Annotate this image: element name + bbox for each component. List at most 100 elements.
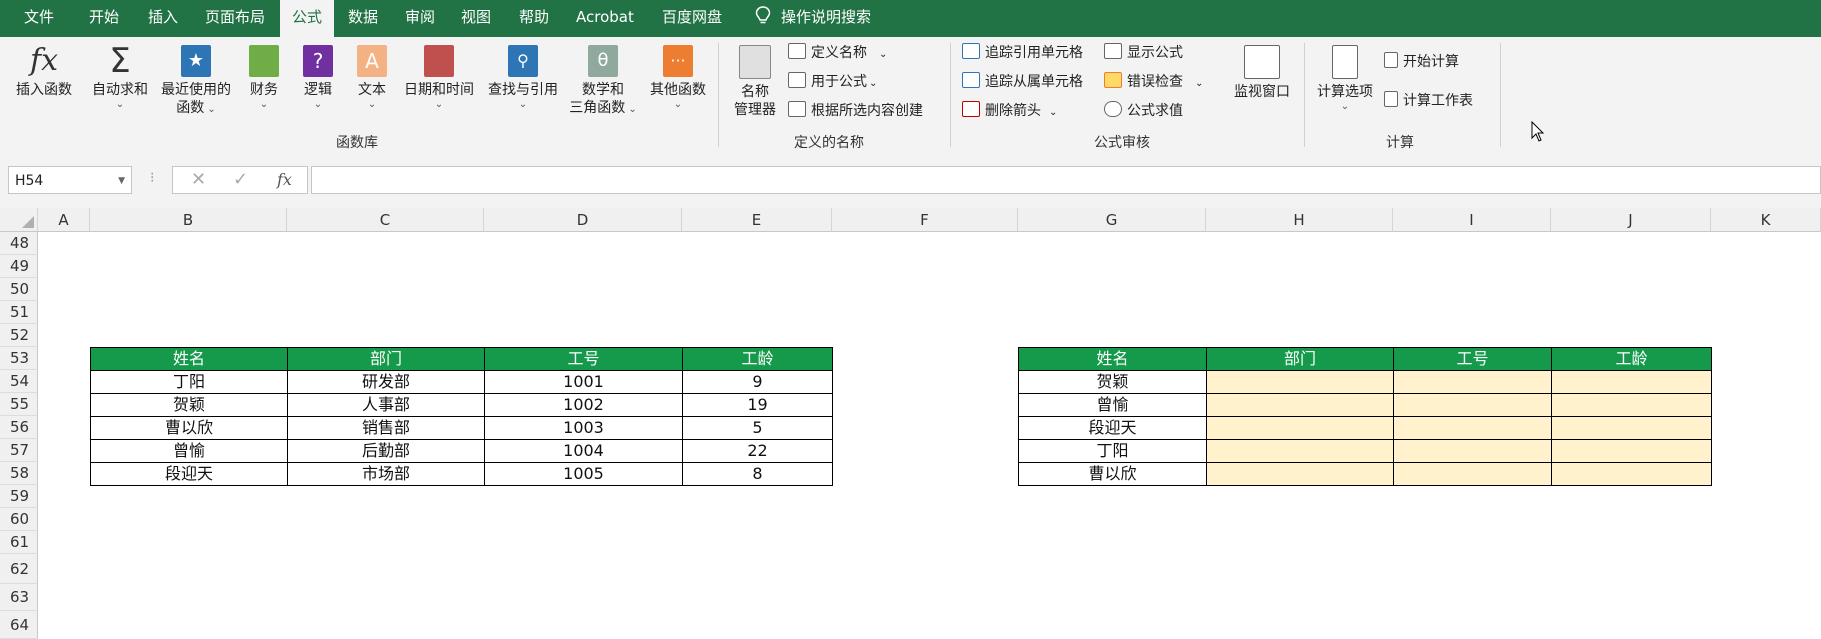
calc-sheet-button[interactable]: 计算工作表 xyxy=(1384,91,1473,111)
table-cell[interactable]: 后勤部 xyxy=(287,439,485,463)
column-header-c[interactable]: C xyxy=(287,208,484,232)
tab-home[interactable]: 开始 xyxy=(89,0,119,37)
right-header-dept[interactable]: 部门 xyxy=(1206,347,1394,371)
error-checking-button[interactable]: 错误检查 ⌄ xyxy=(1104,72,1203,94)
table-cell[interactable]: 销售部 xyxy=(287,416,485,440)
left-header-id[interactable]: 工号 xyxy=(484,347,683,371)
table-cell[interactable]: 段迎天 xyxy=(1018,416,1207,440)
table-cell[interactable]: 市场部 xyxy=(287,462,485,486)
row-header-50[interactable]: 50 xyxy=(0,278,38,301)
lookup-result-cell[interactable] xyxy=(1551,370,1712,394)
lookup-result-cell[interactable] xyxy=(1206,393,1394,417)
row-header-53[interactable]: 53 xyxy=(0,347,38,370)
insert-function-button[interactable]: fx 插入函数 xyxy=(12,45,76,99)
lookup-result-cell[interactable] xyxy=(1393,439,1552,463)
left-header-dept[interactable]: 部门 xyxy=(287,347,485,371)
logical-button[interactable]: ? 逻辑 ⌄ xyxy=(296,45,340,111)
tab-insert[interactable]: 插入 xyxy=(148,0,178,37)
row-header-58[interactable]: 58 xyxy=(0,462,38,485)
table-cell[interactable]: 1005 xyxy=(484,462,683,486)
math-trig-button[interactable]: θ 数学和 三角函数 ⌄ xyxy=(566,45,640,117)
lookup-result-cell[interactable] xyxy=(1551,393,1712,417)
lookup-result-cell[interactable] xyxy=(1551,439,1712,463)
lookup-result-cell[interactable] xyxy=(1393,393,1552,417)
column-header-i[interactable]: I xyxy=(1393,208,1551,232)
row-header-55[interactable]: 55 xyxy=(0,393,38,416)
left-header-name[interactable]: 姓名 xyxy=(90,347,288,371)
table-cell[interactable]: 曾愉 xyxy=(1018,393,1207,417)
tell-me-search[interactable]: 操作说明搜索 xyxy=(755,0,871,37)
table-cell[interactable]: 1004 xyxy=(484,439,683,463)
tab-review[interactable]: 审阅 xyxy=(405,0,435,37)
lookup-result-cell[interactable] xyxy=(1393,416,1552,440)
datetime-button[interactable]: 日期和时间 ⌄ xyxy=(400,45,478,111)
table-cell[interactable]: 丁阳 xyxy=(1018,439,1207,463)
lookup-result-cell[interactable] xyxy=(1206,416,1394,440)
tab-help[interactable]: 帮助 xyxy=(519,0,549,37)
column-header-g[interactable]: G xyxy=(1018,208,1206,232)
table-cell[interactable]: 贺颖 xyxy=(90,393,288,417)
lookup-result-cell[interactable] xyxy=(1206,462,1394,486)
table-cell[interactable]: 段迎天 xyxy=(90,462,288,486)
table-cell[interactable]: 研发部 xyxy=(287,370,485,394)
row-header-64[interactable]: 64 xyxy=(0,611,38,639)
tab-view[interactable]: 视图 xyxy=(461,0,491,37)
lookup-result-cell[interactable] xyxy=(1551,416,1712,440)
define-name-button[interactable]: 定义名称 ⌄ xyxy=(788,43,887,65)
autosum-button[interactable]: Σ 自动求和 ⌄ xyxy=(88,44,152,111)
row-header-57[interactable]: 57 xyxy=(0,439,38,462)
column-header-b[interactable]: B xyxy=(90,208,287,232)
tab-acrobat[interactable]: Acrobat xyxy=(576,0,634,37)
column-header-d[interactable]: D xyxy=(484,208,682,232)
show-formulas-button[interactable]: 显示公式 xyxy=(1104,43,1183,63)
row-header-56[interactable]: 56 xyxy=(0,416,38,439)
name-manager-button[interactable]: 名称 管理器 xyxy=(730,45,780,119)
table-cell[interactable]: 曹以欣 xyxy=(1018,462,1207,486)
table-cell[interactable]: 1003 xyxy=(484,416,683,440)
table-cell[interactable]: 5 xyxy=(682,416,833,440)
recently-used-button[interactable]: ★ 最近使用的 函数 ⌄ xyxy=(158,45,234,117)
tab-file[interactable]: 文件 xyxy=(24,0,54,37)
table-cell[interactable]: 曾愉 xyxy=(90,439,288,463)
table-cell[interactable]: 1002 xyxy=(484,393,683,417)
row-header-48[interactable]: 48 xyxy=(0,232,38,255)
tab-page-layout[interactable]: 页面布局 xyxy=(205,0,265,37)
table-cell[interactable]: 丁阳 xyxy=(90,370,288,394)
trace-precedents-button[interactable]: 追踪引用单元格 xyxy=(962,43,1083,63)
row-header-54[interactable]: 54 xyxy=(0,370,38,393)
table-cell[interactable]: 8 xyxy=(682,462,833,486)
name-box[interactable]: H54 ▼ xyxy=(8,166,132,194)
table-cell[interactable]: 19 xyxy=(682,393,833,417)
column-header-f[interactable]: F xyxy=(832,208,1018,232)
row-header-62[interactable]: 62 xyxy=(0,554,38,584)
row-header-52[interactable]: 52 xyxy=(0,324,38,347)
cancel-icon[interactable]: ✕ xyxy=(191,169,206,190)
more-functions-button[interactable]: ··· 其他函数 ⌄ xyxy=(646,45,710,111)
tab-baidu-pan[interactable]: 百度网盘 xyxy=(662,0,722,37)
right-header-years[interactable]: 工龄 xyxy=(1551,347,1712,371)
table-cell[interactable]: 9 xyxy=(682,370,833,394)
row-header-49[interactable]: 49 xyxy=(0,255,38,278)
calc-options-button[interactable]: 计算选项 ⌄ xyxy=(1313,45,1377,113)
enter-icon[interactable]: ✓ xyxy=(233,169,248,190)
row-header-61[interactable]: 61 xyxy=(0,531,38,554)
lookup-button[interactable]: ⚲ 查找与引用 ⌄ xyxy=(484,45,562,111)
text-button[interactable]: A 文本 ⌄ xyxy=(350,45,394,111)
calc-now-button[interactable]: 开始计算 xyxy=(1384,52,1459,72)
table-cell[interactable]: 人事部 xyxy=(287,393,485,417)
lookup-result-cell[interactable] xyxy=(1551,462,1712,486)
lookup-result-cell[interactable] xyxy=(1206,439,1394,463)
column-header-e[interactable]: E xyxy=(682,208,832,232)
tab-data[interactable]: 数据 xyxy=(348,0,378,37)
table-cell[interactable]: 曹以欣 xyxy=(90,416,288,440)
tab-formulas[interactable]: 公式 xyxy=(280,0,335,37)
select-all-corner[interactable] xyxy=(0,208,38,232)
right-header-name[interactable]: 姓名 xyxy=(1018,347,1207,371)
table-cell[interactable]: 贺颖 xyxy=(1018,370,1207,394)
evaluate-formula-button[interactable]: 公式求值 xyxy=(1104,101,1183,121)
watch-window-button[interactable]: 监视窗口 xyxy=(1228,45,1296,101)
column-header-a[interactable]: A xyxy=(38,208,90,232)
formula-input[interactable] xyxy=(311,166,1821,194)
column-header-h[interactable]: H xyxy=(1206,208,1393,232)
remove-arrows-button[interactable]: 删除箭头 ⌄ xyxy=(962,101,1057,123)
